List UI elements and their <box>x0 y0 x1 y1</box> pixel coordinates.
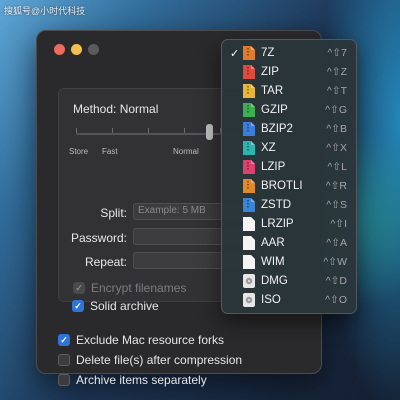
slider-tick <box>76 128 77 133</box>
slider-tick <box>148 128 149 133</box>
format-menu-item-xz[interactable]: XZ ^⇧X <box>222 138 356 158</box>
format-menu-item-brotli[interactable]: BROTLI ^⇧R <box>222 176 356 196</box>
zoom-window-button[interactable] <box>88 44 99 55</box>
solid-archive-checkbox[interactable]: ✓ <box>72 300 84 312</box>
format-menu-item-bzip2[interactable]: BZIP2 ^⇧B <box>222 119 356 139</box>
format-menu-label: LRZIP <box>261 218 294 230</box>
lzip-archive-icon <box>242 159 256 175</box>
format-menu-item-7z[interactable]: ✓ 7Z ^⇧7 <box>222 43 356 63</box>
format-menu-item-zip[interactable]: ZIP ^⇧Z <box>222 62 356 82</box>
format-menu-item-dmg[interactable]: DMG ^⇧D <box>222 271 356 291</box>
exclude-resource-forks-label: Exclude Mac resource forks <box>76 333 225 347</box>
checkmark-icon: ✓ <box>230 47 240 60</box>
format-menu-shortcut: ^⇧T <box>326 85 347 97</box>
format-menu-item-aar[interactable]: AAR ^⇧A <box>222 233 356 253</box>
archive-separately-option[interactable]: Archive items separately <box>58 373 207 387</box>
format-menu-item-zstd[interactable]: ZSTD ^⇧S <box>222 195 356 215</box>
aar-file-icon <box>242 235 256 251</box>
wim-file-icon <box>242 254 256 270</box>
format-menu-label: WIM <box>261 256 285 268</box>
format-menu-label: XZ <box>261 142 276 154</box>
format-menu-label: LZIP <box>261 161 286 173</box>
close-window-button[interactable] <box>54 44 65 55</box>
solid-archive-label: Solid archive <box>90 299 159 313</box>
delete-after-compression-option[interactable]: Delete file(s) after compression <box>58 353 242 367</box>
encrypt-filenames-option[interactable]: ✓ Encrypt filenames <box>73 281 186 295</box>
7z-archive-icon <box>242 45 256 61</box>
format-menu-shortcut: ^⇧O <box>325 294 347 306</box>
format-menu-label: DMG <box>261 275 288 287</box>
xz-archive-icon <box>242 140 256 156</box>
repeat-label: Repeat: <box>84 255 127 269</box>
format-menu-label: BZIP2 <box>261 123 293 135</box>
watermark-text: 搜狐号@小时代科技 <box>4 6 86 16</box>
delete-after-compression-checkbox[interactable] <box>58 354 70 366</box>
zstd-archive-icon <box>242 197 256 213</box>
format-menu-item-lrzip[interactable]: LRZIP ^⇧I <box>222 214 356 234</box>
tick-label-fast: Fast <box>102 147 118 156</box>
format-menu-shortcut: ^⇧7 <box>327 47 347 59</box>
slider-tick <box>112 128 113 133</box>
tick-label-store: Store <box>69 147 89 156</box>
archive-separately-checkbox[interactable] <box>58 374 70 386</box>
format-menu-shortcut: ^⇧A <box>326 237 347 249</box>
archive-format-menu: ✓ 7Z ^⇧7 ZIP ^⇧Z TAR ^⇧T GZIP ^⇧G BZIP2 ^⇧B XZ ^⇧X LZ… <box>221 39 357 314</box>
format-menu-shortcut: ^⇧R <box>325 180 347 192</box>
format-menu-shortcut: ^⇧L <box>327 161 347 173</box>
zip-archive-icon <box>242 64 256 80</box>
tar-archive-icon <box>242 83 256 99</box>
format-menu-shortcut: ^⇧S <box>326 199 347 211</box>
encrypt-filenames-label: Encrypt filenames <box>91 281 187 295</box>
bzip2-archive-icon <box>242 121 256 137</box>
format-menu-shortcut: ^⇧Z <box>326 66 347 78</box>
format-menu-label: BROTLI <box>261 180 303 192</box>
split-label: Split: <box>100 206 127 220</box>
tick-label-normal: Normal <box>173 147 199 156</box>
format-menu-item-tar[interactable]: TAR ^⇧T <box>222 81 356 101</box>
format-menu-label: 7Z <box>261 47 275 59</box>
format-menu-item-iso[interactable]: ISO ^⇧O <box>222 290 356 310</box>
format-menu-label: ZIP <box>261 66 279 78</box>
delete-after-compression-label: Delete file(s) after compression <box>76 353 243 367</box>
format-menu-item-lzip[interactable]: LZIP ^⇧L <box>222 157 356 177</box>
brotli-archive-icon <box>242 178 256 194</box>
window-controls <box>54 44 99 55</box>
slider-thumb[interactable] <box>206 124 214 140</box>
method-label: Method: Normal <box>73 102 159 116</box>
format-menu-shortcut: ^⇧B <box>326 123 347 135</box>
minimize-window-button[interactable] <box>71 44 82 55</box>
format-menu-shortcut: ^⇧I <box>330 218 347 230</box>
password-label: Password: <box>70 231 127 245</box>
slider-tick <box>184 128 185 133</box>
format-menu-shortcut: ^⇧X <box>326 142 347 154</box>
format-menu-label: AAR <box>261 237 285 249</box>
format-menu-label: TAR <box>261 85 284 97</box>
dmg-disk-image-icon <box>242 273 256 289</box>
exclude-resource-forks-option[interactable]: ✓ Exclude Mac resource forks <box>58 333 224 347</box>
format-menu-label: ZSTD <box>261 199 292 211</box>
format-menu-shortcut: ^⇧G <box>325 104 347 116</box>
encrypt-filenames-checkbox[interactable]: ✓ <box>73 282 85 294</box>
format-menu-shortcut: ^⇧W <box>323 256 347 268</box>
solid-archive-option[interactable]: ✓ Solid archive <box>72 299 159 313</box>
exclude-resource-forks-checkbox[interactable]: ✓ <box>58 334 70 346</box>
format-menu-shortcut: ^⇧D <box>325 275 347 287</box>
lrzip-file-icon <box>242 216 256 232</box>
format-menu-item-gzip[interactable]: GZIP ^⇧G <box>222 100 356 120</box>
format-menu-label: GZIP <box>261 104 288 116</box>
archive-separately-label: Archive items separately <box>76 373 207 387</box>
format-menu-label: ISO <box>261 294 281 306</box>
format-menu-item-wim[interactable]: WIM ^⇧W <box>222 252 356 272</box>
gzip-archive-icon <box>242 102 256 118</box>
iso-disk-image-icon <box>242 292 256 308</box>
